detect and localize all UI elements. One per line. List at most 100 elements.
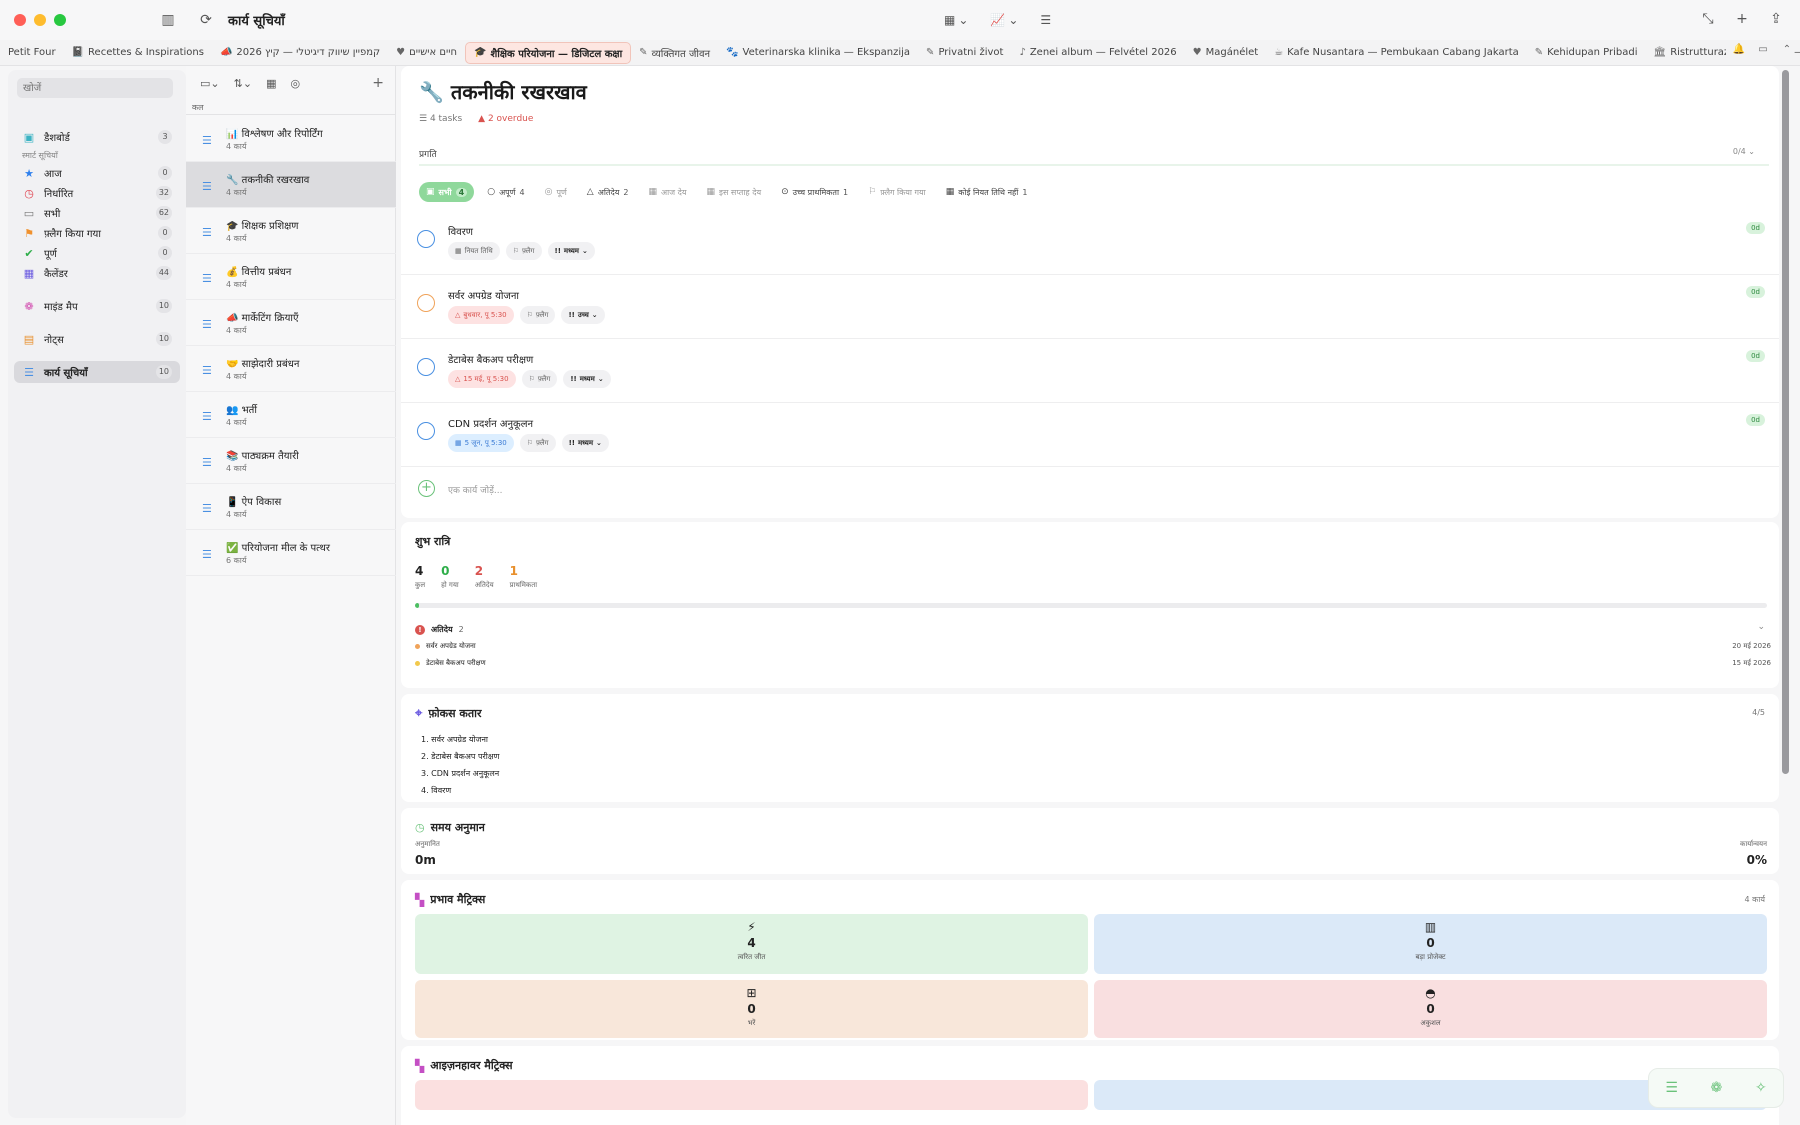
tab-item-4[interactable]: 🎓 शैक्षिक परियोजना — डिजिटल कक्षा <box>465 41 632 64</box>
task-row[interactable]: सर्वर अपग्रेड योजना △ बुधवार, पू 5:30 ⚐ फ़्ल… <box>401 276 1779 339</box>
list-item-0[interactable]: ☰ 📊 विश्लेषण और रिपोर्टिंग 4 कार्य <box>186 116 396 162</box>
filter-chip-item-7[interactable]: ⚐ फ़्लैग किया गया <box>861 182 933 202</box>
list-item-6[interactable]: ☰ 👥 भर्ती 4 कार्य <box>186 392 396 438</box>
due-date-pill[interactable]: △ 15 मई, पू 5:30 <box>448 370 516 388</box>
filter-chip-item-6[interactable]: ⊙ उच्च प्राथमिकता 1 <box>774 182 855 202</box>
focus-item[interactable]: 1. सर्वर अपग्रेड योजना <box>421 734 499 751</box>
group-icon[interactable]: ▦ <box>266 77 276 90</box>
sidebar-item-8[interactable]: ▤ नोट्स 10 <box>14 328 180 350</box>
list-item-1[interactable]: ☰ 🔧 तकनीकी रखरखाव 4 कार्य <box>186 162 396 208</box>
scrollbar[interactable] <box>1782 70 1789 774</box>
list-item-9[interactable]: ☰ ✅ परियोजना मील के पत्थर 6 कार्य <box>186 530 396 576</box>
sidebar-item-9[interactable]: ☰ कार्य सूचियाँ 10 <box>14 361 180 383</box>
due-date-pill[interactable]: △ बुधवार, पू 5:30 <box>448 306 514 324</box>
task-row[interactable]: विवरण ▦ नियत तिथि ⚐ फ़्लैग!! मध्यम ⌄ 0d <box>401 212 1779 275</box>
tab-item-11[interactable]: ✎ Kehidupan Pribadi <box>1527 42 1646 64</box>
filter-chip-item-8[interactable]: ▦ कोई नियत तिथि नहीं 1 <box>939 182 1035 202</box>
sync-icon[interactable]: ⟳ <box>196 10 216 30</box>
focus-item[interactable]: 4. विवरण <box>421 785 499 802</box>
priority-select[interactable]: !! मध्यम ⌄ <box>563 370 611 388</box>
task-checkbox[interactable] <box>417 422 435 440</box>
tab-item-0[interactable]: Petit Four <box>0 42 64 64</box>
sidebar-item-5[interactable]: ✔ पूर्ण 0 <box>14 242 180 264</box>
filter-chip-item-2[interactable]: ◎ पूर्ण <box>538 182 574 202</box>
priority-select[interactable]: !! मध्यम ⌄ <box>561 434 609 452</box>
overdue-header[interactable]: ! अतिदेय 2 <box>415 624 464 635</box>
task-row[interactable]: डेटाबेस बैकअप परीक्षण △ 15 मई, पू 5:30 ⚐ फ़्… <box>401 340 1779 403</box>
sort-icon[interactable]: ⇅⌄ <box>234 77 252 90</box>
focus-item[interactable]: 2. डेटाबेस बैकअप परीक्षण <box>421 751 499 768</box>
tab-item-7[interactable]: ✎ Privatni život <box>918 42 1011 64</box>
zoom-window-button[interactable] <box>54 14 66 26</box>
chevron-down-icon[interactable]: ⌄ <box>1757 622 1765 632</box>
check-filter-icon[interactable]: ◎ <box>290 77 300 90</box>
layout-menu-button[interactable]: ▦ ⌄ <box>938 9 974 31</box>
sidebar-item-1[interactable]: ★ आज 0 <box>14 162 180 184</box>
priority-select[interactable]: !! मध्यम ⌄ <box>547 242 595 260</box>
filter-chip-item-1[interactable]: ○ अपूर्ण 4 <box>480 182 531 202</box>
task-checkbox[interactable] <box>417 294 435 312</box>
minimize-window-button[interactable] <box>34 14 46 26</box>
due-date-pill[interactable]: ▦ नियत तिथि <box>448 242 500 260</box>
overdue-row[interactable]: डेटाबेस बैकअप परीक्षण 15 मई 2026 <box>415 659 1771 668</box>
filter-chip-item-3[interactable]: △ अतिदेय 2 <box>580 182 636 202</box>
due-date-pill[interactable]: ▦ 5 जून, पू 5:30 <box>448 434 514 452</box>
panel-icon[interactable]: ▭ <box>1756 44 1770 55</box>
collapse-icon[interactable]: ⤡ <box>1698 9 1718 29</box>
tab-item-10[interactable]: ☕ Kafe Nusantara — Pembukaan Cabang Jakar… <box>1266 42 1527 64</box>
progress-count[interactable]: 0/4 ⌄ <box>1733 147 1755 156</box>
tab-item-5[interactable]: ✎ व्यक्तिगत जीवन <box>631 42 718 64</box>
brain-icon[interactable]: ❁ <box>1711 1080 1723 1096</box>
filter-chip-item-4[interactable]: ▦ आज देय <box>641 182 693 202</box>
chart-menu-button[interactable]: 📈 ⌄ <box>984 9 1024 31</box>
task-title[interactable]: विवरण <box>448 224 473 238</box>
tab-item-1[interactable]: 📓 Recettes & Inspirations <box>64 42 212 64</box>
close-window-button[interactable] <box>14 14 26 26</box>
tab-item-8[interactable]: ♪ Zenei album — Felvétel 2026 <box>1011 42 1184 64</box>
impact-cell-item-1[interactable]: ▥ 0 बड़ा प्रोजेक्ट <box>1094 914 1767 974</box>
task-row[interactable]: CDN प्रदर्शन अनुकूलन ▦ 5 जून, पू 5:30 ⚐ फ़्ल… <box>401 404 1779 467</box>
sliders-button[interactable]: ☰ <box>1034 9 1057 31</box>
add-list-icon[interactable]: + <box>372 75 384 91</box>
tab-item-2[interactable]: 📣 קמפיין שיווק דיגיטלי — קיץ 2026 <box>212 42 388 64</box>
list-item-5[interactable]: ☰ 🤝 साझेदारी प्रबंधन 4 कार्य <box>186 346 396 392</box>
overdue-row[interactable]: सर्वर अपग्रेड योजना 20 मई 2026 <box>415 642 1771 651</box>
sidebar-item-4[interactable]: ⚑ फ़्लैग किया गया 0 <box>14 222 180 244</box>
impact-cell-item-3[interactable]: ◓ 0 अकुशल <box>1094 980 1767 1038</box>
flag-pill[interactable]: ⚐ फ़्लैग <box>521 370 558 388</box>
magic-wand-icon[interactable]: ✧ <box>1755 1080 1767 1096</box>
add-icon[interactable]: + <box>1732 9 1752 29</box>
task-title[interactable]: सर्वर अपग्रेड योजना <box>448 288 519 302</box>
priority-select[interactable]: !! उच्च ⌄ <box>561 306 605 324</box>
flag-pill[interactable]: ⚐ फ़्लैग <box>505 242 542 260</box>
task-title[interactable]: डेटाबेस बैकअप परीक्षण <box>448 352 533 366</box>
list-item-7[interactable]: ☰ 📚 पाठ्यक्रम तैयारी 4 कार्य <box>186 438 396 484</box>
sidebar-toggle-icon[interactable]: ▥ <box>158 10 178 30</box>
add-circle-icon[interactable]: + <box>418 480 435 497</box>
share-icon[interactable]: ⇪ <box>1766 9 1786 29</box>
task-title[interactable]: CDN प्रदर्शन अनुकूलन <box>448 416 533 430</box>
bell-icon[interactable]: 🔔 <box>1732 44 1746 55</box>
sidebar-item-2[interactable]: ◷ निर्धारित 32 <box>14 182 180 204</box>
filter-chip-item-5[interactable]: ▦ इस सप्ताह देय <box>700 182 769 202</box>
filter-chip-item-0[interactable]: ▣ सभी 4 <box>419 182 475 202</box>
sidebar-item-0[interactable]: ▣ डैशबोर्ड 3 <box>14 126 180 148</box>
flag-pill[interactable]: ⚐ फ़्लैग <box>519 306 556 324</box>
chevron-up-icon[interactable]: ⌃ <box>1780 44 1794 55</box>
search-input[interactable] <box>17 78 173 98</box>
tab-item-9[interactable]: ♥ Magánélet <box>1185 42 1267 64</box>
inbox-filter-icon[interactable]: ▭⌄ <box>200 77 220 90</box>
task-checkbox[interactable] <box>417 230 435 248</box>
list-item-3[interactable]: ☰ 💰 वित्तीय प्रबंधन 4 कार्य <box>186 254 396 300</box>
list-item-8[interactable]: ☰ 📱 ऐप विकास 4 कार्य <box>186 484 396 530</box>
impact-cell-item-2[interactable]: ⊞ 0 भरें <box>415 980 1088 1038</box>
checklist-icon[interactable]: ☰ <box>1665 1080 1678 1096</box>
list-item-2[interactable]: ☰ 🎓 शिक्षक प्रशिक्षण 4 कार्य <box>186 208 396 254</box>
impact-cell-item-0[interactable]: ⚡ 4 त्वरित जीत <box>415 914 1088 974</box>
sidebar-item-6[interactable]: ▦ कैलेंडर 44 <box>14 262 180 284</box>
flag-pill[interactable]: ⚐ फ़्लैग <box>519 434 556 452</box>
add-task-row[interactable]: + एक कार्य जोड़ें... <box>401 466 1779 510</box>
list-item-4[interactable]: ☰ 📣 मार्केटिंग क्रियाएँ 4 कार्य <box>186 300 396 346</box>
sidebar-item-3[interactable]: ▭ सभी 62 <box>14 202 180 224</box>
tab-item-3[interactable]: ♥ חיים אישיים <box>388 42 465 64</box>
